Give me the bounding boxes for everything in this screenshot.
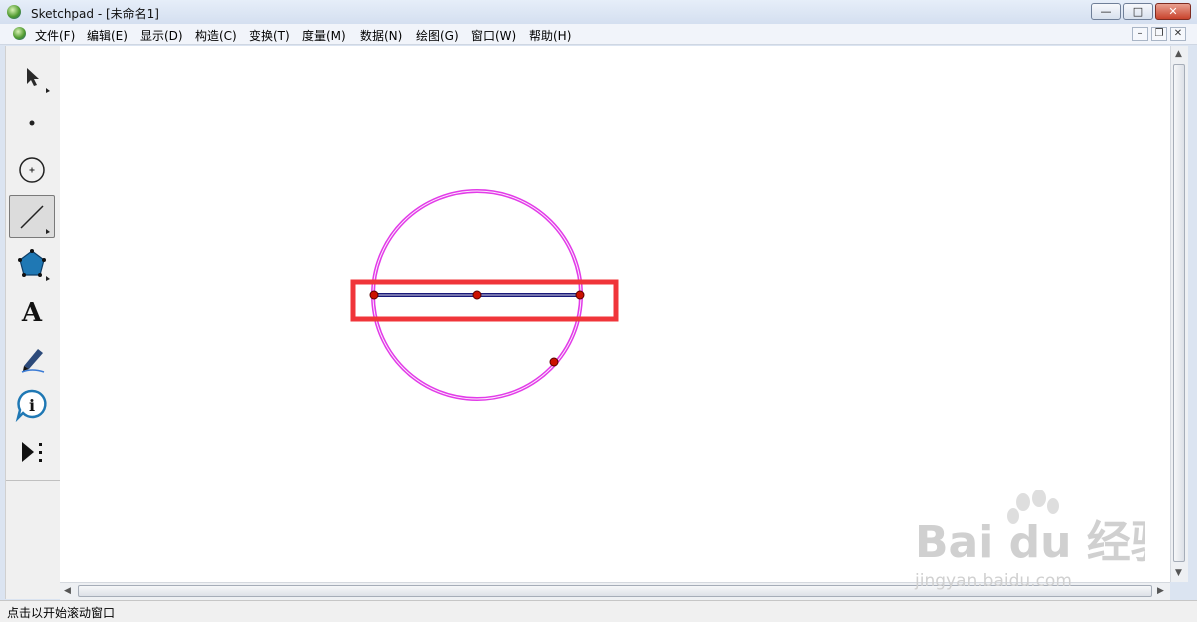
marker-pen-icon: [21, 348, 45, 373]
custom-tool[interactable]: [9, 430, 55, 473]
scroll-up-icon[interactable]: ▲: [1175, 49, 1182, 59]
svg-text:Bai du 经验: Bai du 经验: [915, 517, 1145, 568]
menu-help[interactable]: 帮助(H): [529, 27, 571, 44]
marker-tool[interactable]: [9, 336, 55, 379]
info-icon: i: [15, 389, 47, 422]
scroll-down-icon[interactable]: ▼: [1175, 568, 1182, 578]
menu-window[interactable]: 窗口(W): [471, 27, 516, 44]
text-tool[interactable]: A: [9, 289, 55, 332]
center-point[interactable]: [472, 290, 482, 300]
doc-restore-button[interactable]: ❐: [1151, 27, 1167, 41]
endpoint-right[interactable]: [575, 290, 585, 300]
vertical-scrollbar[interactable]: ▲ ▼: [1170, 46, 1188, 582]
menu-display[interactable]: 显示(D): [140, 27, 183, 44]
minimize-button[interactable]: —: [1091, 3, 1121, 20]
highlight-annotation-box: [350, 279, 619, 322]
text-icon: A: [21, 298, 43, 328]
menu-number[interactable]: 数据(N): [360, 27, 402, 44]
svg-text:A: A: [21, 298, 43, 328]
segment-icon: [20, 204, 50, 234]
menu-bar: 文件(F) 编辑(E) 显示(D) 构造(C) 变换(T) 度量(M) 数据(N…: [0, 24, 1197, 45]
circle-icon: [19, 156, 45, 183]
status-bar: 点击以开始滚动窗口: [0, 600, 1197, 622]
window-title: Sketchpad - [未命名1]: [31, 7, 159, 21]
maximize-icon: □: [1132, 5, 1144, 18]
menu-graph[interactable]: 绘图(G): [416, 27, 459, 44]
menu-construct[interactable]: 构造(C): [195, 27, 237, 44]
pentagon-icon: [18, 248, 50, 281]
minimize-icon: —: [1100, 5, 1112, 18]
svg-text:i: i: [29, 396, 35, 415]
toolbox: A i: [5, 46, 61, 599]
status-text: 点击以开始滚动窗口: [7, 606, 116, 620]
endpoint-left[interactable]: [369, 290, 379, 300]
maximize-button[interactable]: □: [1123, 3, 1153, 20]
menu-file[interactable]: 文件(F): [35, 27, 75, 44]
compass-tool[interactable]: [9, 148, 55, 191]
point-tool[interactable]: [9, 101, 55, 144]
doc-minimize-button[interactable]: –: [1132, 27, 1148, 41]
straightedge-tool[interactable]: [9, 195, 55, 238]
point-icon: [29, 120, 35, 125]
menu-measure[interactable]: 度量(M): [302, 27, 346, 44]
information-tool[interactable]: i: [9, 383, 55, 426]
document-icon[interactable]: [13, 27, 26, 40]
baidu-jingyan-watermark: Bai du 经验 jingyan.baidu.com: [905, 489, 1175, 593]
scroll-left-icon[interactable]: ◀: [64, 586, 71, 596]
selection-arrow-tool[interactable]: [9, 54, 55, 97]
menu-edit[interactable]: 编辑(E): [87, 27, 128, 44]
arrow-icon: [27, 67, 50, 93]
custom-tools-icon: [22, 441, 42, 462]
sketchpad-app-icon: [7, 5, 21, 19]
watermark-logo: Bai du 经验 jingyan.baidu.com: [914, 489, 1175, 591]
close-icon: ✕: [1168, 5, 1178, 18]
svg-text:jingyan.baidu.com: jingyan.baidu.com: [914, 571, 1072, 590]
close-button[interactable]: ✕: [1155, 3, 1191, 20]
title-bar: Sketchpad - [未命名1] — □ ✕: [0, 0, 1197, 25]
vertical-scroll-thumb[interactable]: [1173, 64, 1185, 562]
doc-close-button[interactable]: ✕: [1170, 27, 1186, 41]
scroll-right-icon[interactable]: ▶: [1157, 586, 1164, 596]
menu-transform[interactable]: 变换(T): [249, 27, 290, 44]
polygon-tool[interactable]: [9, 242, 55, 285]
toolbox-separator: [6, 480, 60, 481]
point-on-circle[interactable]: [549, 357, 559, 367]
